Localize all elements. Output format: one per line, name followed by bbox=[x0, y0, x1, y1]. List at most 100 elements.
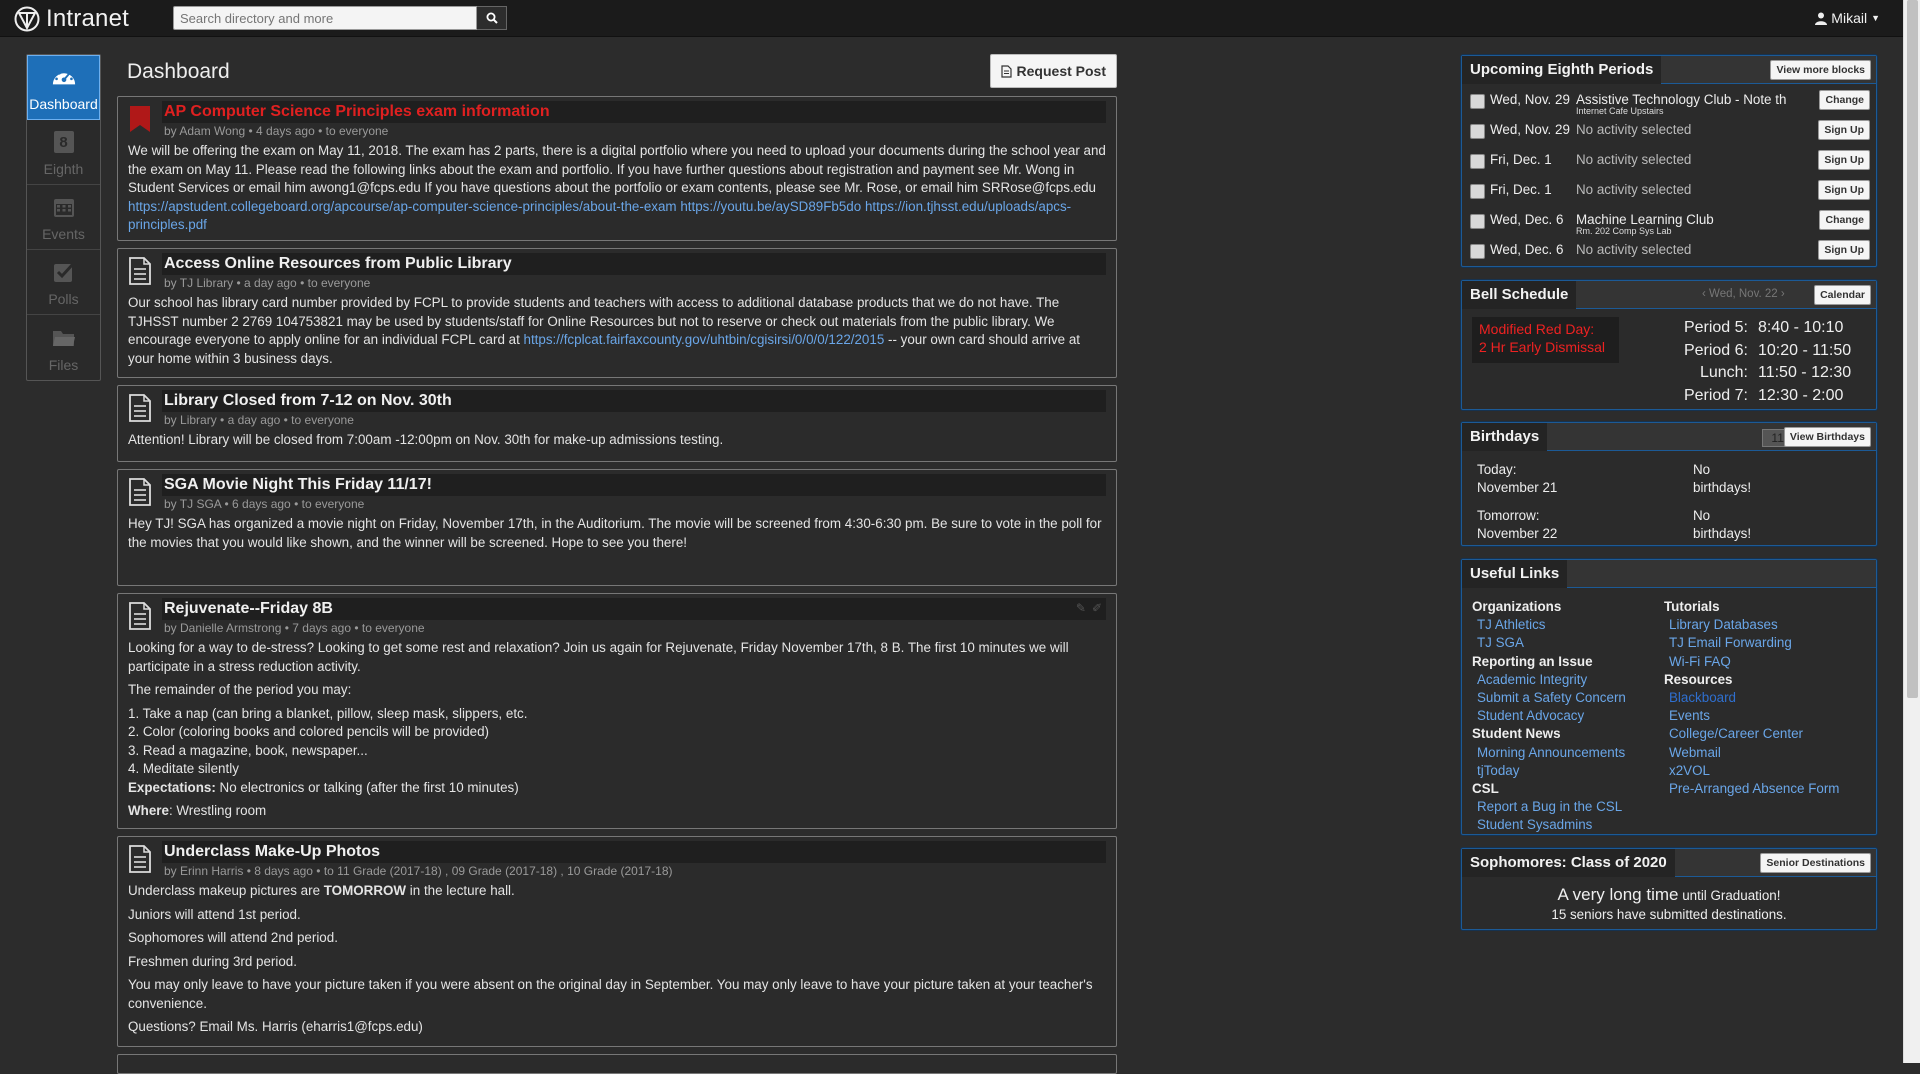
nav-files[interactable]: Files bbox=[27, 315, 100, 380]
block-checkbox[interactable] bbox=[1470, 244, 1485, 259]
chevron-left-icon[interactable]: ‹ bbox=[1702, 288, 1706, 300]
chevron-right-icon[interactable]: › bbox=[1781, 288, 1785, 300]
block-checkbox[interactable] bbox=[1470, 214, 1485, 229]
bell-periods: Period 5: 8:40 - 10:10 Period 6: 10:20 - 11… bbox=[1663, 319, 1868, 409]
useful-link[interactable]: Report a Bug in the CSL bbox=[1472, 798, 1626, 816]
post-meta: by TJ Library • a day ago • to everyone bbox=[164, 276, 371, 290]
announcement-post: AP Computer Science Principles exam info… bbox=[117, 96, 1117, 241]
intranet-logo-icon bbox=[14, 6, 40, 32]
scrollbar-thumb[interactable] bbox=[1907, 0, 1918, 698]
block-activity: Machine Learning Club bbox=[1576, 212, 1714, 227]
post-meta: by Danielle Armstrong • 7 days ago • to … bbox=[164, 621, 425, 635]
view-birthdays-button[interactable]: View Birthdays bbox=[1783, 427, 1871, 447]
widget-title: Bell Schedule bbox=[1462, 281, 1577, 309]
nav-label: Events bbox=[42, 226, 85, 242]
period-name: Period 7: bbox=[1683, 386, 1748, 404]
widget-title: Upcoming Eighth Periods bbox=[1462, 56, 1662, 84]
useful-link[interactable]: Events bbox=[1664, 707, 1839, 725]
folder-icon bbox=[52, 331, 75, 346]
block-date: Fri, Dec. 1 bbox=[1490, 182, 1552, 197]
useful-link[interactable]: Submit a Safety Concern bbox=[1472, 689, 1626, 707]
sign-up-button[interactable]: Sign Up bbox=[1818, 240, 1870, 260]
block-checkbox[interactable] bbox=[1470, 94, 1485, 109]
useful-link[interactable]: Student Advocacy bbox=[1472, 707, 1626, 725]
period-name: Period 6: bbox=[1683, 341, 1748, 359]
senior-destinations-button[interactable]: Senior Destinations bbox=[1760, 853, 1871, 873]
useful-link[interactable]: Webmail bbox=[1664, 744, 1839, 762]
change-button[interactable]: Change bbox=[1819, 210, 1870, 230]
post-title[interactable]: Access Online Resources from Public Libr… bbox=[164, 255, 512, 272]
announcement-post: Library Closed from 7-12 on Nov. 30th by… bbox=[117, 385, 1117, 462]
post-link[interactable]: https://youtu.be/aySD89Fb5do bbox=[680, 199, 861, 214]
page-scrollbar[interactable] bbox=[1903, 0, 1920, 1063]
block-activity: Assistive Technology Club - Note the ro.… bbox=[1576, 92, 1786, 107]
birthdays-widget: Birthdays 11/21 View Birthdays Today: No… bbox=[1461, 422, 1877, 546]
edit-icon[interactable]: ✐ bbox=[1092, 601, 1102, 615]
search-button[interactable] bbox=[477, 6, 507, 30]
block-checkbox[interactable] bbox=[1470, 154, 1485, 169]
post-meta: by Library • a day ago • to everyone bbox=[164, 413, 354, 427]
calendar-button[interactable]: Calendar bbox=[1814, 285, 1871, 305]
period-time: 12:30 - 2:00 bbox=[1758, 386, 1844, 404]
post-meta: by Erinn Harris • 8 days ago • to 11 Gra… bbox=[164, 864, 673, 878]
nav-eighth[interactable]: 8 Eighth bbox=[27, 120, 100, 185]
useful-link[interactable]: Student Sysadmins bbox=[1472, 816, 1626, 834]
useful-link[interactable]: College/Career Center bbox=[1664, 725, 1839, 743]
block-checkbox[interactable] bbox=[1470, 184, 1485, 199]
block-location: Internet Cafe Upstairs bbox=[1576, 106, 1664, 116]
pin-icon[interactable]: ✎ bbox=[1076, 601, 1086, 615]
block-activity: No activity selected bbox=[1576, 242, 1692, 257]
sign-up-button[interactable]: Sign Up bbox=[1818, 150, 1870, 170]
change-button[interactable]: Change bbox=[1819, 90, 1870, 110]
useful-link[interactable]: TJ SGA bbox=[1472, 634, 1626, 652]
date-nav: ‹ Wed, Nov. 22 › bbox=[1702, 288, 1785, 300]
link-category: Organizations bbox=[1472, 599, 1562, 614]
view-more-blocks-button[interactable]: View more blocks bbox=[1770, 60, 1871, 80]
day-type: Modified Red Day: 2 Hr Early Dismissal bbox=[1472, 317, 1619, 363]
post-title[interactable]: SGA Movie Night This Friday 11/17! bbox=[164, 476, 432, 493]
announcement-post: Rejuvenate--Friday 8B ✎ ✐ by Danielle Ar… bbox=[117, 593, 1117, 829]
eighth-icon: 8 bbox=[53, 131, 74, 153]
post-link[interactable]: https://fcplcat.fairfaxcounty.gov/uhtbin… bbox=[524, 332, 885, 347]
bookmark-icon bbox=[130, 106, 150, 132]
useful-link[interactable]: Library Databases bbox=[1664, 616, 1839, 634]
useful-link[interactable]: tjToday bbox=[1472, 762, 1626, 780]
link-category: CSL bbox=[1472, 781, 1499, 797]
eighth-block-row: Fri, Dec. 1 No activity selected Sign Up bbox=[1462, 176, 1876, 206]
useful-link[interactable]: Morning Announcements bbox=[1472, 744, 1626, 762]
sign-up-button[interactable]: Sign Up bbox=[1818, 120, 1870, 140]
block-date: Wed, Dec. 6 bbox=[1490, 242, 1564, 257]
useful-link[interactable]: Academic Integrity bbox=[1472, 671, 1626, 689]
announcement-post: Access Online Resources from Public Libr… bbox=[117, 248, 1117, 378]
post-link[interactable]: https://apstudent.collegeboard.org/apcou… bbox=[128, 199, 677, 214]
block-date: Wed, Dec. 6 bbox=[1490, 212, 1564, 227]
useful-link[interactable]: Blackboard bbox=[1664, 689, 1839, 707]
widget-title: Useful Links bbox=[1462, 560, 1568, 588]
request-post-button[interactable]: Request Post bbox=[989, 54, 1117, 88]
post-title[interactable]: AP Computer Science Principles exam info… bbox=[164, 103, 550, 120]
post-title[interactable]: Library Closed from 7-12 on Nov. 30th bbox=[164, 392, 452, 409]
block-date: Wed, Nov. 29 bbox=[1490, 122, 1570, 137]
nav-polls[interactable]: Polls bbox=[27, 250, 100, 315]
useful-link[interactable]: Pre-Arranged Absence Form bbox=[1664, 780, 1839, 798]
user-menu[interactable]: Mikail ▼ bbox=[1815, 10, 1880, 26]
brand-logo-link[interactable]: Intranet bbox=[14, 4, 129, 34]
block-activity: No activity selected bbox=[1576, 152, 1692, 167]
nav-events[interactable]: Events bbox=[27, 185, 100, 250]
useful-link[interactable]: x2VOL bbox=[1664, 762, 1839, 780]
post-title[interactable]: Rejuvenate--Friday 8B bbox=[164, 600, 333, 617]
eighth-block-row: Wed, Nov. 29 Assistive Technology Club - … bbox=[1462, 86, 1876, 116]
sign-up-button[interactable]: Sign Up bbox=[1818, 180, 1870, 200]
link-category: Resources bbox=[1664, 671, 1733, 687]
links-column: Organizations TJ Athletics TJ SGA Reporting… bbox=[1472, 598, 1626, 835]
useful-link[interactable]: TJ Athletics bbox=[1472, 616, 1626, 634]
useful-link[interactable]: TJ Email Forwarding bbox=[1664, 634, 1839, 652]
link-category: Tutorials bbox=[1664, 599, 1720, 614]
useful-link[interactable]: Wi-Fi FAQ bbox=[1664, 653, 1839, 671]
nav-label: Dashboard bbox=[29, 96, 98, 112]
nav-dashboard[interactable]: Dashboard bbox=[27, 55, 100, 120]
block-checkbox[interactable] bbox=[1470, 124, 1485, 139]
useful-links-widget: Useful Links Organizations TJ Athletics TJ… bbox=[1461, 559, 1877, 835]
search-input[interactable] bbox=[173, 6, 477, 30]
post-title[interactable]: Underclass Make-Up Photos bbox=[164, 843, 380, 860]
